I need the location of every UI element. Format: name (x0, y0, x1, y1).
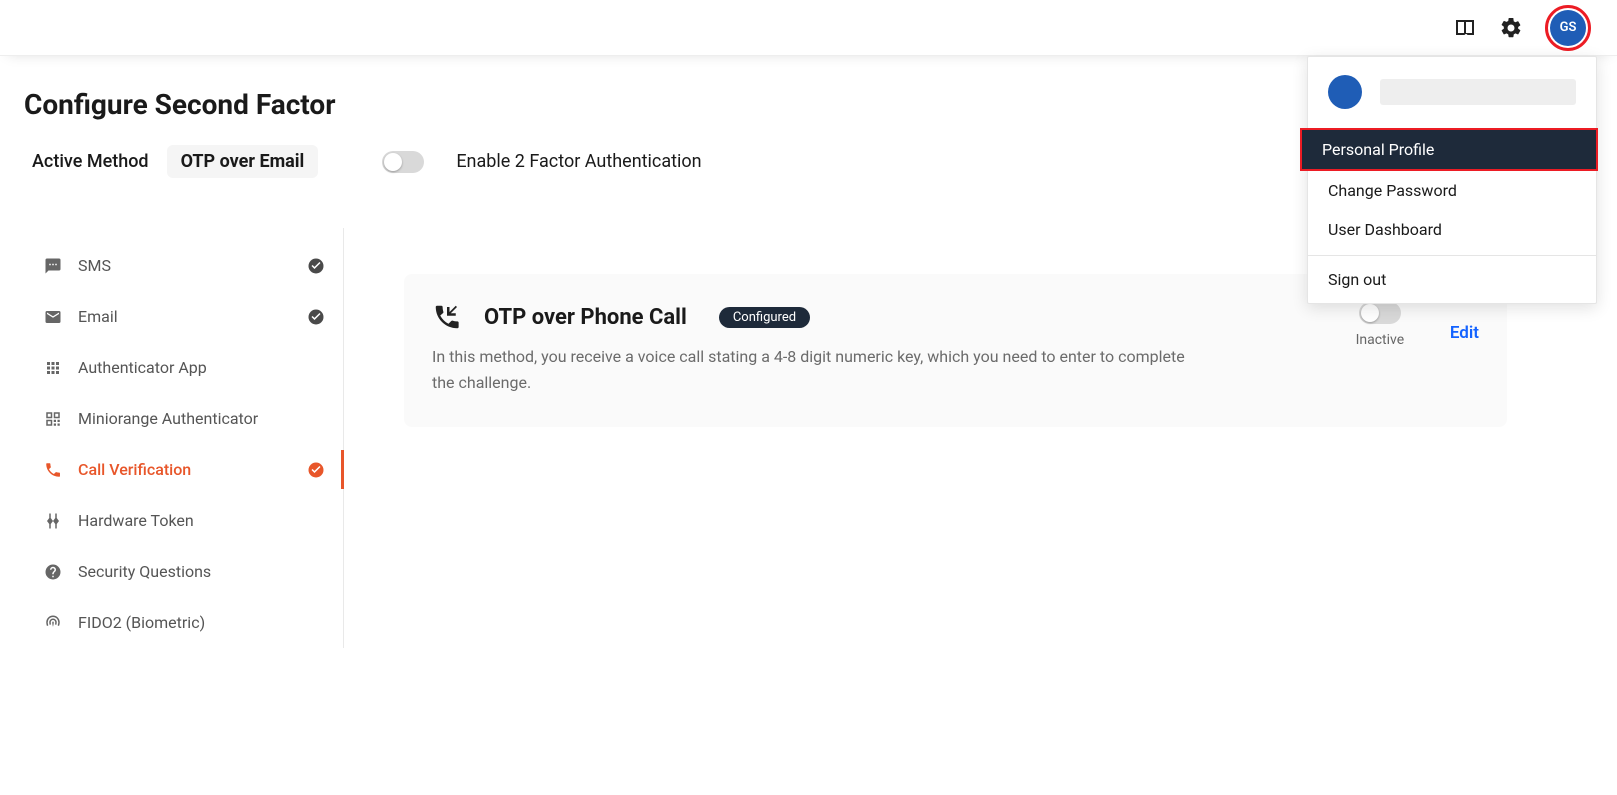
dropdown-avatar (1328, 75, 1362, 109)
qr-icon (44, 410, 62, 428)
dropdown-username-placeholder (1380, 79, 1576, 105)
enable-2fa-toggle[interactable] (382, 151, 424, 173)
sidebar-item-label: Email (78, 307, 291, 326)
method-status-label: Inactive (1356, 332, 1405, 348)
dropdown-item-user-dashboard[interactable]: User Dashboard (1308, 210, 1596, 249)
grid-icon (44, 359, 62, 377)
sidebar-item-call-verification[interactable]: Call Verification (40, 444, 343, 495)
sidebar-item-label: SMS (78, 256, 291, 275)
sidebar-item-hardware-token[interactable]: Hardware Token (40, 495, 343, 546)
active-method-value: OTP over Email (167, 145, 319, 178)
token-icon (44, 512, 62, 530)
gear-icon[interactable] (1499, 16, 1523, 40)
dropdown-item-change-password[interactable]: Change Password (1308, 171, 1596, 210)
sidebar-item-sms[interactable]: SMS (40, 240, 343, 291)
check-icon (307, 308, 325, 326)
phone-callback-icon (432, 302, 462, 332)
sidebar-item-label: Security Questions (78, 562, 325, 581)
dropdown-header (1308, 57, 1596, 129)
configured-badge: Configured (719, 307, 810, 328)
enable-2fa-label: Enable 2 Factor Authentication (456, 151, 701, 172)
sidebar-item-email[interactable]: Email (40, 291, 343, 342)
sidebar-item-label: Call Verification (78, 460, 291, 479)
dropdown-item-personal-profile[interactable]: Personal Profile (1302, 130, 1596, 169)
topbar: GS (0, 0, 1617, 56)
sidebar-item-label: Hardware Token (78, 511, 325, 530)
sms-icon (44, 257, 62, 275)
sidebar-item-label: Authenticator App (78, 358, 325, 377)
dropdown-personal-profile-highlight: Personal Profile (1300, 128, 1598, 171)
sidebar-item-fido2[interactable]: FIDO2 (Biometric) (40, 597, 343, 648)
check-icon (307, 461, 325, 479)
method-title: OTP over Phone Call (484, 305, 687, 330)
check-icon (307, 257, 325, 275)
sidebar-item-security-questions[interactable]: Security Questions (40, 546, 343, 597)
sidebar-item-label: Miniorange Authenticator (78, 409, 325, 428)
dropdown-item-sign-out[interactable]: Sign out (1308, 256, 1596, 303)
methods-sidebar: SMS Email Authenticator App Miniorange A… (24, 228, 344, 648)
method-active-toggle[interactable] (1359, 302, 1401, 324)
book-icon[interactable] (1453, 16, 1477, 40)
sidebar-item-authenticator-app[interactable]: Authenticator App (40, 342, 343, 393)
sidebar-item-miniorange-authenticator[interactable]: Miniorange Authenticator (40, 393, 343, 444)
fingerprint-icon (44, 614, 62, 632)
sidebar-item-label: FIDO2 (Biometric) (78, 613, 325, 632)
phone-icon (44, 461, 62, 479)
avatar-highlight-ring: GS (1545, 5, 1591, 51)
method-description: In this method, you receive a voice call… (432, 344, 1192, 395)
edit-button[interactable]: Edit (1450, 323, 1479, 343)
question-icon (44, 563, 62, 581)
active-method-label: Active Method (32, 151, 149, 172)
avatar[interactable]: GS (1550, 10, 1586, 46)
profile-dropdown: Personal Profile Change Password User Da… (1307, 56, 1597, 304)
email-icon (44, 308, 62, 326)
